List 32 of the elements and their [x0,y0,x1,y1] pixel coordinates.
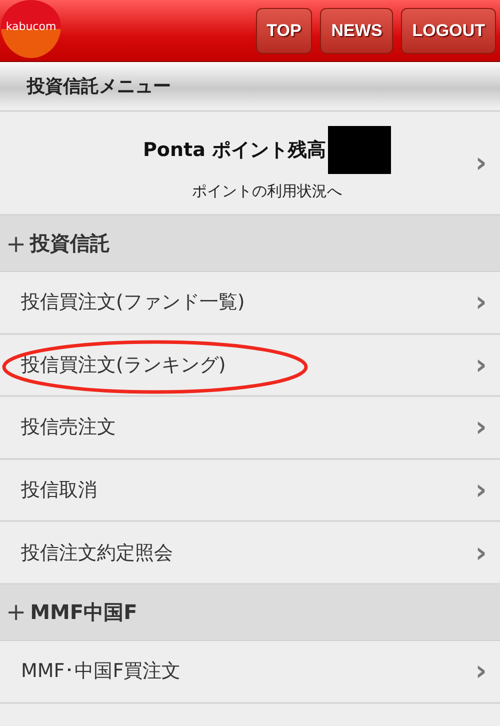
menu-item[interactable]: 投信売注文 › [0,397,500,460]
menu-item-label: 投信買注文(ファンド一覧) [21,290,245,316]
section-title: 投資信託 [30,230,110,257]
logo-badge[interactable]: kabucom [1,0,61,58]
plus-icon: + [6,230,26,258]
menu-item[interactable]: MMF･中国F買注文 › [0,640,500,704]
menu-item-label: 投信売注文 [21,415,116,440]
chevron-icon: › [474,149,488,177]
section-header[interactable]: + MMF中国F [0,584,500,641]
menu-item[interactable]: 投信買注文(ランキング) › [0,334,500,398]
page-title: 投資信託メニュー [27,75,171,98]
chevron-icon: › [474,476,488,504]
chevron-icon: › [474,350,488,379]
nav-button[interactable]: LOGOUT [401,8,496,54]
chevron-icon: › [474,657,488,686]
points-link: ポイントの利用状況へ [192,182,342,200]
section-title: MMF中国F [30,598,138,626]
menu-item-label: 投信注文約定照会 [21,540,173,566]
menu-item[interactable]: 投信買注文(ファンド一覧) › [0,272,500,335]
nav-button[interactable]: NEWS [320,8,394,54]
menu-item[interactable]: 投信取消 › [0,460,500,522]
points-label: Ponta ポイント残高 [142,138,326,162]
chevron-icon: › [474,413,488,442]
menu-item-label: 投信買注文(ランキング) [21,352,226,378]
logo-text: kabucom [6,20,56,32]
chevron-icon: › [474,288,488,316]
section-header[interactable]: + 投資信託 [0,216,500,272]
plus-icon: + [6,598,26,626]
nav-button[interactable]: TOP [256,8,312,54]
menu-item-label: 投信取消 [21,478,97,504]
chevron-icon: › [474,538,488,567]
menu-item-label: MMF･中国F買注文 [21,659,181,684]
